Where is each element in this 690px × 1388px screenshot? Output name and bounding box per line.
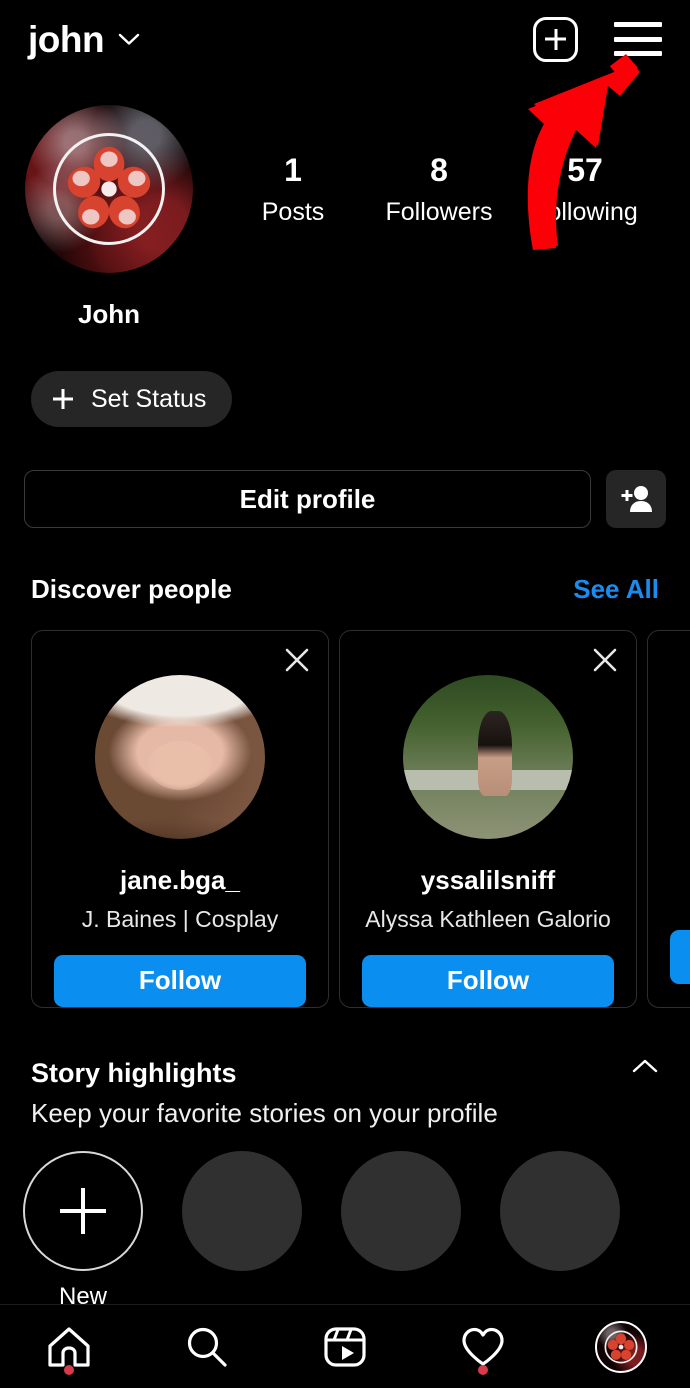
highlight-placeholder[interactable]: [499, 1151, 621, 1271]
plus-icon: [53, 389, 73, 409]
hamburger-menu-icon[interactable]: [614, 22, 662, 56]
story-highlights-header: Story highlights: [31, 1058, 659, 1089]
account-username: john: [28, 18, 105, 60]
top-bar: john: [0, 0, 690, 78]
discover-card-username: yssalilsniff: [420, 864, 556, 895]
nav-home[interactable]: [29, 1305, 109, 1388]
profile-header: John 1 Posts 8 Followers 57 Following: [0, 105, 690, 330]
discover-card-fullname: J. Baines | Cosplay: [81, 905, 279, 932]
heart-icon: [462, 1327, 504, 1366]
close-icon[interactable]: [282, 645, 312, 675]
new-highlight-plus-icon[interactable]: [23, 1151, 143, 1271]
chevron-down-icon: [118, 33, 140, 45]
plus-square-icon[interactable]: [533, 16, 578, 62]
home-icon: [48, 1326, 90, 1367]
nav-badge-dot: [478, 1364, 488, 1375]
discover-people-carousel[interactable]: jane.bga_ J. Baines | Cosplay Follow yss…: [31, 630, 690, 1008]
stat-posts[interactable]: 1 Posts: [233, 152, 353, 227]
stat-label: Following: [532, 198, 638, 227]
flower-icon: [604, 1330, 638, 1363]
discover-card-fullname: Alyssa Kathleen Galorio: [365, 905, 611, 932]
account-switcher[interactable]: john: [28, 21, 140, 58]
stat-followers[interactable]: 8 Followers: [379, 152, 499, 227]
story-highlights-title: Story highlights: [31, 1058, 237, 1088]
nav-badge-dot: [64, 1364, 74, 1375]
stat-value: 8: [430, 152, 448, 188]
stat-label: Followers: [385, 198, 493, 227]
highlight-placeholder-circle: [500, 1151, 620, 1271]
edit-profile-button[interactable]: Edit profile: [24, 470, 591, 528]
see-all-link[interactable]: See All: [573, 574, 659, 605]
search-icon: [187, 1327, 227, 1367]
chevron-up-icon[interactable]: [631, 1058, 659, 1074]
discover-card-avatar[interactable]: [95, 675, 265, 839]
close-icon[interactable]: [590, 645, 620, 675]
reels-icon: [324, 1326, 366, 1367]
set-status-button[interactable]: Set Status: [31, 371, 233, 427]
profile-avatar-icon: [595, 1320, 647, 1373]
highlight-placeholder[interactable]: [181, 1151, 303, 1271]
story-highlights-row: New: [22, 1151, 621, 1311]
nav-search[interactable]: [167, 1305, 247, 1388]
discover-people-title: Discover people: [31, 574, 232, 604]
story-highlights-subtitle: Keep your favorite stories on your profi…: [31, 1098, 498, 1128]
nav-activity[interactable]: [443, 1305, 523, 1388]
stat-following[interactable]: 57 Following: [525, 152, 645, 227]
profile-avatar[interactable]: [25, 105, 193, 273]
discover-card[interactable]: jane.bga_ J. Baines | Cosplay Follow: [31, 630, 329, 1008]
discover-card[interactable]: A: [647, 630, 690, 1008]
profile-display-name: John: [77, 299, 141, 329]
discover-card-avatar[interactable]: [403, 675, 573, 839]
nav-reels[interactable]: [305, 1305, 385, 1388]
add-person-button[interactable]: [606, 470, 666, 528]
discover-people-header: Discover people See All: [31, 574, 659, 605]
discover-card[interactable]: yssalilsniff Alyssa Kathleen Galorio Fol…: [339, 630, 637, 1008]
follow-button[interactable]: Follow: [362, 954, 614, 1007]
bottom-navigation-bar: [0, 1304, 690, 1388]
hamburger-bar: [614, 36, 662, 42]
discover-card-username: jane.bga_: [120, 864, 240, 895]
add-person-icon: [621, 486, 652, 512]
follow-button[interactable]: Follow: [54, 954, 306, 1007]
instagram-profile-screen: john John 1 Posts 8 Followers 57 Followi…: [0, 0, 690, 1388]
hamburger-bar: [614, 22, 662, 27]
highlight-placeholder-circle: [341, 1151, 461, 1271]
avatar-column: John: [0, 105, 210, 330]
profile-stats: 1 Posts 8 Followers 57 Following: [210, 105, 690, 227]
set-status-label: Set Status: [91, 384, 207, 413]
stat-label: Posts: [261, 198, 325, 227]
nav-profile[interactable]: [581, 1305, 661, 1388]
profile-action-row: Edit profile: [24, 470, 666, 528]
hamburger-bar: [614, 51, 662, 56]
stat-value: 1: [284, 152, 302, 188]
new-highlight-item[interactable]: New: [22, 1151, 144, 1311]
highlight-placeholder[interactable]: [340, 1151, 462, 1271]
follow-button[interactable]: [670, 930, 690, 984]
stat-value: 57: [567, 152, 603, 188]
top-bar-actions: [533, 16, 662, 62]
highlight-placeholder-circle: [182, 1151, 302, 1271]
flower-icon: [67, 146, 151, 229]
